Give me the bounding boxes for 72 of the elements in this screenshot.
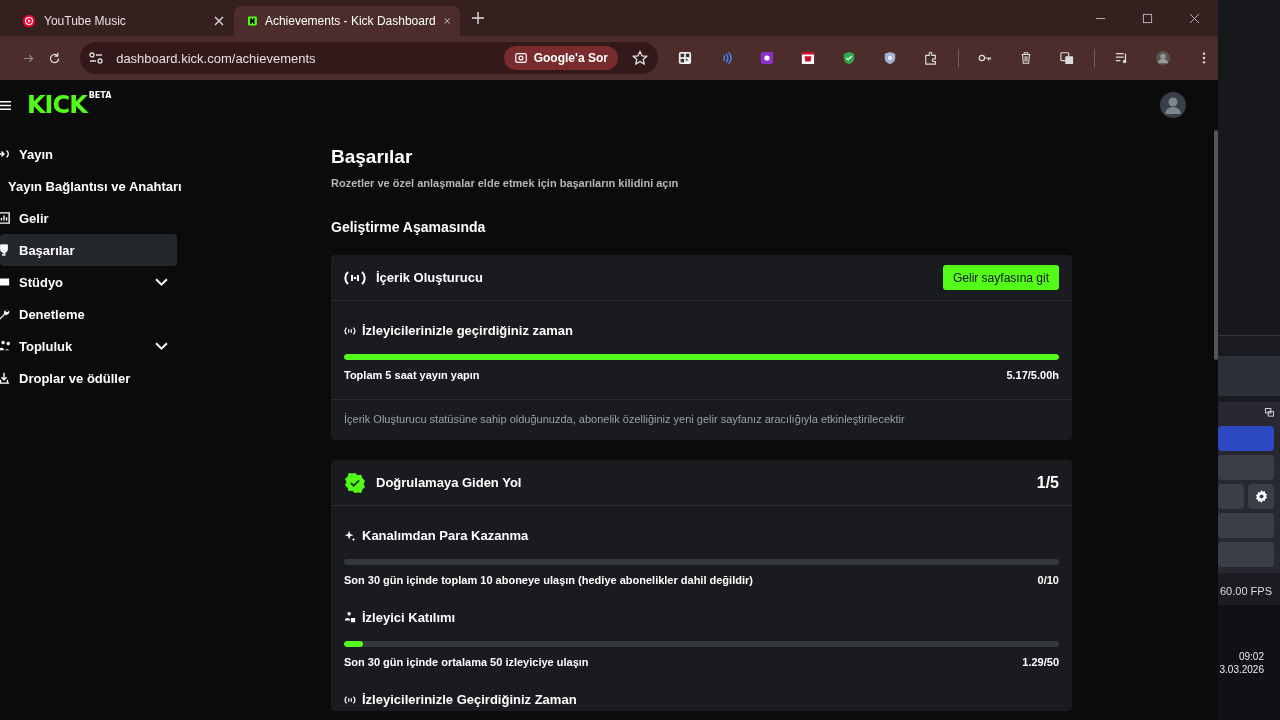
bookmark-star-icon[interactable]: [631, 50, 648, 66]
shield-check-icon[interactable]: [841, 50, 856, 66]
card-note: İçerik Oluşturucu statüsüne sahip olduğunuzda, abonelik özelliğiniz yeni gelir sayfanız aracılığıyla etkinleştirilecektir: [331, 399, 1072, 440]
beta-label: BETA: [88, 91, 112, 100]
browser-tab[interactable]: YouTube Music: [8, 6, 234, 36]
music-play-icon: [22, 14, 36, 28]
page-subtitle: Rozetler ve özel anlaşmalar elde etmek için başarıların kilidini açın: [331, 177, 680, 189]
translate-icon[interactable]: [1060, 50, 1075, 66]
page-title: Başarılar: [331, 146, 414, 168]
people-icon: [0, 340, 10, 352]
wrench-icon: [0, 308, 10, 320]
maximize-icon[interactable]: [1142, 12, 1153, 24]
browser-tab[interactable]: Achievements - Kick Dashboard: [234, 6, 460, 36]
broadcast-icon: [344, 324, 356, 337]
ask-google-button[interactable]: Google'a Sor: [503, 46, 618, 70]
gear-icon: [1254, 490, 1268, 503]
goal-progress: 0/10: [1037, 574, 1059, 586]
sidebar-item[interactable]: Stüdyo: [0, 266, 177, 298]
chevron-down-icon[interactable]: [155, 277, 168, 287]
chart-icon: [0, 212, 10, 224]
card-title: Doğrulamaya Giden Yol: [376, 475, 522, 490]
goal-title: İzleyici Katılımı: [362, 610, 456, 625]
goal-progress: 1.29/50: [1022, 656, 1059, 668]
address-bar[interactable]: dashboard.kick.com/achievements Google'a Sor: [80, 42, 658, 74]
close-icon[interactable]: [214, 16, 224, 26]
scrollbar-thumb[interactable]: [1214, 130, 1218, 360]
clock-date: 3.03.2026: [1219, 662, 1264, 676]
progress-count: 1/5: [1036, 473, 1059, 492]
goal-title: İzleyicilerinizle Geçirdiğiniz Zaman: [362, 692, 577, 707]
app-panel-background: [1218, 356, 1280, 396]
kick-logo[interactable]: KICK: [27, 91, 87, 119]
site-settings-icon[interactable]: [88, 50, 105, 66]
fps-readout: 60.00 FPS: [1219, 584, 1273, 597]
user-avatar-icon[interactable]: [1160, 92, 1186, 118]
popout-icon[interactable]: [1265, 407, 1274, 417]
card-title: İçerik Oluşturucu: [376, 270, 483, 285]
goal-description: Toplam 5 saat yayın yapın: [344, 369, 480, 381]
go-to-revenue-button[interactable]: Gelir sayfasına git: [942, 265, 1059, 290]
section-title: Geliştirme Aşamasında: [331, 219, 487, 235]
broadcast-icon: [0, 148, 10, 160]
menu-icon[interactable]: [0, 99, 11, 111]
sparkle-icon: [344, 529, 356, 542]
sidebar-item[interactable]: Denetleme: [0, 298, 177, 330]
profile-avatar-icon[interactable]: [1156, 50, 1171, 66]
sidebar-item[interactable]: Droplar ve ödüller: [0, 362, 177, 394]
shield-icon[interactable]: [882, 50, 897, 66]
camera-search-icon: [513, 51, 528, 65]
sidebar-item[interactable]: Yayın Bağlantısı ve Anahtarı: [0, 170, 331, 202]
clock-time: 09:02: [1238, 649, 1264, 663]
goal-progress: 5.17/5.00h: [1006, 369, 1059, 381]
verified-badge-icon: [344, 472, 366, 493]
broadcast-icon: [344, 693, 356, 706]
qr-code-icon[interactable]: [677, 50, 692, 66]
people-icon: [344, 611, 356, 624]
settings-button[interactable]: [1248, 484, 1274, 509]
sidebar-item[interactable]: Topluluk: [0, 330, 177, 362]
trophy-icon: [0, 244, 10, 256]
puzzle-icon[interactable]: [923, 50, 938, 66]
close-icon[interactable]: [443, 16, 450, 26]
sidebar-item[interactable]: Yayın: [0, 138, 177, 170]
download-icon: [0, 372, 10, 384]
close-icon[interactable]: [1189, 12, 1200, 24]
sidebar-item[interactable]: Gelir: [0, 202, 177, 234]
sidebar-item[interactable]: Başarılar: [0, 234, 177, 266]
goal-title: İzleyicilerinizle geçirdiğiniz zaman: [362, 323, 573, 338]
goal-title: Kanalımdan Para Kazanma: [362, 528, 529, 543]
new-tab-icon[interactable]: [472, 12, 484, 24]
goal-description: Son 30 gün içinde toplam 10 aboneye ulaşın (hediye abonelikler dahil değildir): [344, 574, 753, 586]
chevron-down-icon[interactable]: [155, 341, 168, 351]
goal-description: Son 30 gün içinde ortalama 50 izleyiciye ulaşın: [344, 656, 589, 668]
reload-icon[interactable]: [48, 50, 62, 66]
kick-k-icon: [248, 14, 257, 28]
